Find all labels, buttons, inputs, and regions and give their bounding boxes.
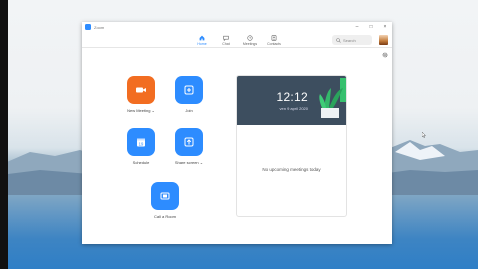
plus-icon (184, 85, 194, 95)
search-input[interactable]: Search (332, 35, 372, 45)
join-button[interactable] (175, 76, 203, 104)
share-screen-button[interactable] (175, 128, 203, 156)
join-label: Join (185, 108, 193, 113)
screen-edge (0, 0, 8, 269)
maximize-button[interactable]: □ (364, 22, 378, 32)
tab-meetings-label: Meetings (242, 41, 258, 46)
call-room-button[interactable] (151, 182, 179, 210)
call-room-label: Call a Room (153, 214, 176, 219)
calendar-day: 19 (139, 141, 144, 146)
home-icon (199, 35, 205, 40)
clock-time: 12:12 (276, 90, 308, 104)
nav-bar: Home Chat Meetings Contacts Search (82, 32, 392, 48)
video-camera-icon (136, 87, 146, 93)
mouse-cursor-icon (422, 132, 426, 138)
clock-date: ven 9 april 2020 (279, 106, 308, 111)
clock-header: 12:12 ven 9 april 2020 (237, 76, 346, 125)
zoom-logo-icon (85, 24, 91, 30)
calendar-icon: 19 (137, 138, 145, 147)
plant-illustration (319, 78, 346, 118)
window-title: Zoom (94, 24, 105, 30)
tab-chat-label: Chat (222, 41, 230, 46)
gear-icon[interactable] (382, 52, 388, 58)
close-button[interactable]: × (378, 22, 392, 32)
tab-chat[interactable]: Chat (214, 32, 238, 48)
clock-icon (247, 34, 253, 41)
tab-home[interactable]: Home (190, 32, 214, 48)
chat-icon (223, 35, 229, 41)
tab-contacts-label: Contacts (267, 41, 281, 46)
tab-contacts[interactable]: Contacts (262, 32, 286, 48)
search-icon (336, 37, 341, 43)
upcoming-meetings-card: 12:12 ven 9 april 2020 No upcoming meeti… (236, 75, 347, 217)
share-screen-label: Share screen ⌄ (174, 160, 204, 165)
no-meetings-text: No upcoming meetings today (262, 167, 321, 172)
schedule-button[interactable]: 19 (127, 128, 155, 156)
contacts-icon (271, 34, 277, 41)
schedule-label: Schedule (132, 160, 150, 165)
share-up-arrow-icon (184, 137, 194, 147)
search-placeholder: Search (343, 37, 356, 43)
room-icon (160, 192, 170, 200)
title-bar: Zoom – □ × (82, 22, 392, 32)
zoom-window: Zoom – □ × Home Chat Meetings Contacts S… (82, 22, 392, 244)
tab-home-label: Home (197, 41, 207, 46)
tab-meetings[interactable]: Meetings (238, 32, 262, 48)
avatar[interactable] (379, 35, 388, 45)
new-meeting-button[interactable] (127, 76, 155, 104)
minimize-button[interactable]: – (350, 22, 364, 32)
new-meeting-label: New Meeting ⌄ (127, 108, 155, 113)
